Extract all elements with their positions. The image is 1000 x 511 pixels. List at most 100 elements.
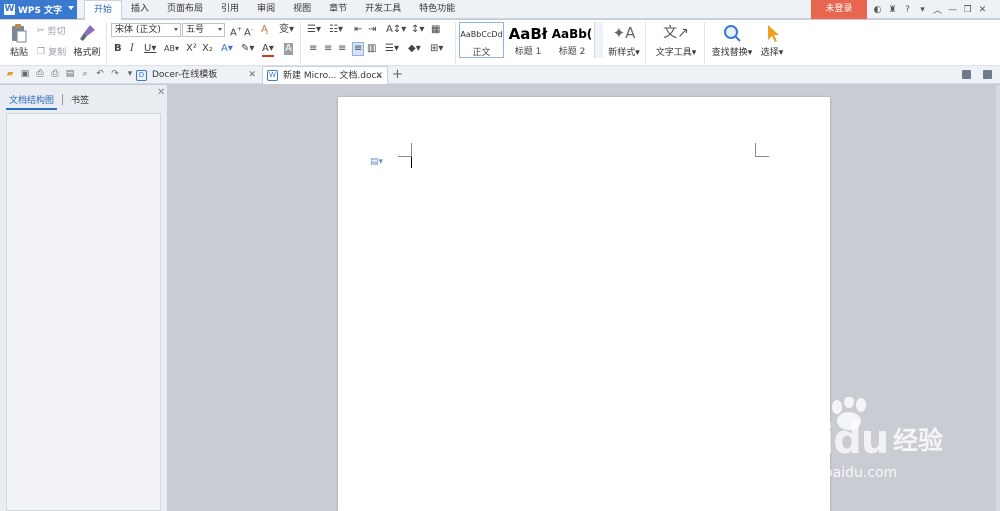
document-icon: W [267,70,278,81]
tab-section[interactable]: 章节 [320,0,356,19]
style-heading-2[interactable]: AaBb( 标题 2 [550,22,594,58]
watermark-url: jingyan.baidu.com [768,465,898,481]
align-left-icon[interactable]: ≡ [309,43,317,55]
cut-label: 剪切 [47,27,66,37]
table-icon[interactable]: ▦ [431,24,440,36]
bullet-list-icon[interactable]: ☰▾ [307,24,321,36]
tab-view[interactable]: 视图 [284,0,320,19]
margin-corner-top-right [755,143,769,157]
sort-icon[interactable]: ↕▾ [411,24,424,36]
font-name-select[interactable]: 宋体 (正文) [111,23,181,37]
chevron-down-icon[interactable]: ▾ [124,69,136,80]
char-shading-icon[interactable]: A [284,43,293,55]
help-icon[interactable]: ? [900,5,915,15]
export-pdf-icon[interactable]: ⎙ [34,69,46,80]
new-style-button[interactable]: ✦A 新样式▾ [607,23,641,58]
print-preview-icon[interactable]: ▤ [64,69,76,80]
decrease-indent-icon[interactable]: ⇤ [354,24,362,36]
nav-tabs: 文档结构图 书签 [6,93,92,110]
justify-icon[interactable]: ≡ [352,42,365,56]
restore-icon[interactable]: ❐ [960,5,975,15]
align-right-icon[interactable]: ≡ [338,43,346,55]
distribute-icon[interactable]: ▥ [367,43,376,55]
paste-button[interactable]: 粘贴 [4,23,34,58]
copy-button[interactable]: ❐ 复制 [37,45,67,59]
bold-icon[interactable]: B [114,43,122,55]
line-spacing-icon[interactable]: ☰▾ [385,43,399,55]
open-folder-icon[interactable]: ▰ [4,69,16,80]
text-direction-icon[interactable]: A↕▾ [386,24,406,36]
underline-icon[interactable]: U▾ [144,43,156,55]
find-replace-button[interactable]: 查找替换▾ [709,23,755,58]
close-icon[interactable]: ✕ [157,87,165,98]
redo-icon[interactable]: ↷ [109,69,121,80]
border-icon[interactable]: ⊞▾ [430,43,443,55]
style-normal[interactable]: AaBbCcDd 正文 [459,22,504,58]
paragraph-layout-icon[interactable]: ▤▾ [370,157,383,167]
collapse-ribbon-icon[interactable]: ︿ [930,3,945,16]
app-menu-button[interactable]: W WPS 文字 [0,0,77,19]
style-heading-1[interactable]: AaBł 标题 1 [506,22,550,58]
doc-tab-new-document[interactable]: W 新建 Micro... 文档.docx ✕ [262,66,388,84]
tab-insert[interactable]: 插入 [122,0,158,19]
shrink-font-icon[interactable]: A- [244,24,253,39]
tab-document-map[interactable]: 文档结构图 [6,93,58,110]
font-color-icon[interactable]: A▾ [262,43,274,57]
clear-format-icon[interactable]: Ą [261,24,268,36]
text-effect-icon[interactable]: A▾ [221,43,233,55]
chevron-down-icon [218,28,222,31]
align-center-icon[interactable]: ≡ [324,43,332,55]
format-painter-button[interactable]: 格式刷 [72,23,102,58]
group-divider [704,22,705,64]
new-tab-button[interactable]: + [392,66,403,84]
italic-icon[interactable]: I [130,43,134,55]
strikethrough-icon[interactable]: AB▾ [164,43,179,55]
grow-font-icon[interactable]: A+ [230,24,242,39]
close-icon[interactable]: ✕ [248,66,256,84]
phonetic-icon[interactable]: 变▾ [279,24,294,36]
print-icon[interactable]: ⎙ [49,69,61,80]
font-size-value: 五号 [186,25,205,35]
shading-icon[interactable]: ◆▾ [408,43,421,55]
tab-developer[interactable]: 开发工具 [356,0,410,19]
select-button[interactable]: 选择▾ [757,23,787,58]
app-name: WPS 文字 [18,6,63,16]
close-icon[interactable]: ✕ [375,67,383,85]
style-heading-1-sample: AaBł [508,25,548,43]
fullscreen-icon[interactable] [983,70,992,79]
doc-tab-docer[interactable]: D Docer-在线模板 ✕ [136,66,260,84]
layout-icon[interactable] [962,70,971,79]
tab-special[interactable]: 特色功能 [410,0,464,19]
subscript-icon[interactable]: X₂ [202,43,213,55]
text-tools-label: 文字工具 [655,48,692,58]
text-tools-button[interactable]: 文↗ 文字工具▾ [653,23,699,58]
find-icon[interactable]: ⌕ [79,69,91,80]
tab-start[interactable]: 开始 [84,0,123,20]
group-divider [455,22,456,64]
group-divider [300,22,301,64]
close-icon[interactable]: ✕ [975,5,990,15]
tab-bookmarks[interactable]: 书签 [68,93,92,110]
increase-indent-icon[interactable]: ⇥ [368,24,376,36]
chevron-down-icon [68,6,74,10]
shirt-icon[interactable]: ♜ [885,5,900,15]
copy-label: 复制 [48,48,67,58]
superscript-icon[interactable]: X² [186,43,197,55]
vertical-scrollbar[interactable] [996,85,1000,511]
numbered-list-icon[interactable]: ☷▾ [329,24,343,36]
tab-page-layout[interactable]: 页面布局 [158,0,212,19]
tab-review[interactable]: 审阅 [248,0,284,19]
undo-icon[interactable]: ↶ [94,69,106,80]
styles-scrollbar[interactable] [594,22,603,58]
login-button[interactable]: 未登录 [811,0,867,19]
chevron-down-icon[interactable]: ▾ [915,5,930,15]
minimize-icon[interactable]: — [945,5,960,15]
tab-references[interactable]: 引用 [212,0,248,19]
document-map-list[interactable] [6,113,161,511]
highlight-icon[interactable]: ✎▾ [241,43,254,55]
font-size-select[interactable]: 五号 [182,23,225,37]
cut-button[interactable]: ✂ 剪切 [37,24,66,38]
skin-icon[interactable]: ◐ [870,5,885,15]
style-normal-label: 正文 [472,48,491,58]
save-icon[interactable]: ▣ [19,69,31,80]
